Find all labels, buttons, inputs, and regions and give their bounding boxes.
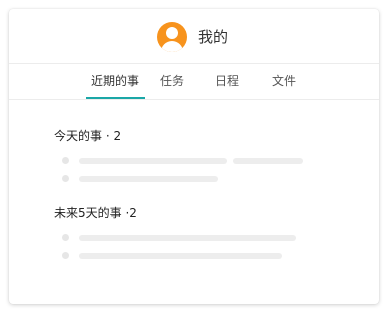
- list-item-placeholder: [233, 158, 303, 164]
- avatar-head-shape: [166, 27, 178, 39]
- list-item-bullet: [62, 252, 69, 259]
- active-tab-indicator: [86, 97, 145, 99]
- list-item-placeholder: [79, 176, 218, 182]
- list-item-placeholder: [79, 158, 227, 164]
- user-avatar-icon[interactable]: [157, 22, 187, 52]
- tab-recent[interactable]: 近期的事: [91, 74, 139, 88]
- section-title-next-5-days: 未来5天的事 ·2: [54, 206, 137, 220]
- panel-header: 我的: [9, 9, 379, 64]
- tab-schedule[interactable]: 日程: [215, 74, 239, 88]
- avatar-shoulders-shape: [161, 41, 183, 52]
- my-panel-card: 我的 近期的事 任务 日程 文件 今天的事 · 2 未来5天的事 ·2: [9, 9, 379, 304]
- section-title-today: 今天的事 · 2: [54, 129, 122, 143]
- list-item-bullet: [62, 234, 69, 241]
- tab-bar: 近期的事 任务 日程 文件: [9, 64, 379, 100]
- list-item-placeholder: [79, 235, 296, 241]
- list-item-bullet: [62, 175, 69, 182]
- tab-files[interactable]: 文件: [272, 74, 296, 88]
- page-title: 我的: [198, 28, 229, 46]
- list-item-bullet: [62, 157, 69, 164]
- list-item-placeholder: [79, 253, 282, 259]
- tab-tasks[interactable]: 任务: [160, 74, 184, 88]
